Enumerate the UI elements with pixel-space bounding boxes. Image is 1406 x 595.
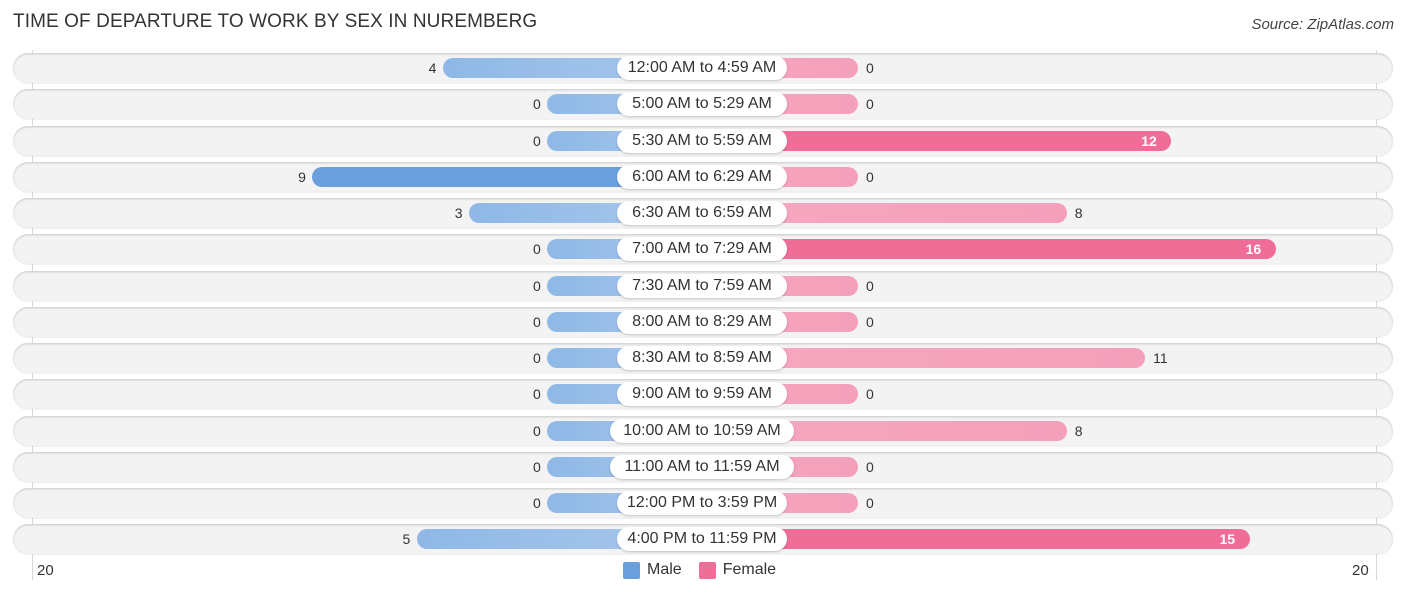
category-label: 11:00 AM to 11:59 AM — [610, 454, 794, 479]
category-label: 10:00 AM to 10:59 AM — [610, 418, 794, 443]
legend: Male Female — [623, 561, 793, 579]
category-label: 12:00 AM to 4:59 AM — [617, 56, 787, 80]
value-label-male: 0 — [533, 458, 541, 475]
category-label: 5:00 AM to 5:29 AM — [617, 92, 787, 117]
category-label: 6:30 AM to 6:59 AM — [617, 201, 787, 225]
category-label: 9:00 AM to 9:59 AM — [617, 382, 787, 407]
value-label-male: 5 — [402, 531, 411, 548]
value-label-male: 0 — [533, 241, 541, 258]
value-label-male: 0 — [533, 313, 541, 330]
category-label: 8:30 AM to 8:59 AM — [617, 346, 787, 370]
value-label-female: 0 — [866, 313, 874, 330]
legend-swatch-female — [698, 561, 716, 579]
value-label-female: 0 — [866, 277, 874, 294]
value-label-female: 12 — [1141, 132, 1157, 149]
axis-tick-left: 20 — [37, 562, 54, 579]
value-label-male: 0 — [533, 277, 541, 294]
chart-title: TIME OF DEPARTURE TO WORK BY SEX IN NURE… — [13, 11, 538, 32]
value-label-female: 0 — [866, 168, 874, 185]
value-label-female: 16 — [1245, 241, 1262, 258]
value-label-female: 0 — [866, 458, 874, 475]
value-label-female: 15 — [1219, 531, 1236, 548]
category-label: 4:00 PM to 11:59 PM — [617, 527, 787, 552]
category-label: 7:00 AM to 7:29 AM — [617, 237, 787, 262]
value-label-male: 0 — [533, 96, 541, 113]
category-label: 7:30 AM to 7:59 AM — [617, 273, 787, 298]
category-label: 12:00 PM to 3:59 PM — [617, 491, 787, 515]
legend-item-male[interactable]: Male — [623, 561, 682, 579]
category-label: 6:00 AM to 6:29 AM — [617, 164, 787, 189]
axis-tick-right: 20 — [1352, 562, 1369, 579]
value-label-female: 0 — [866, 495, 874, 511]
legend-label-female: Female — [722, 561, 777, 578]
value-label-male: 3 — [454, 205, 463, 221]
bar-female[interactable] — [702, 239, 1276, 260]
value-label-male: 0 — [533, 422, 541, 439]
category-label: 5:30 AM to 5:59 AM — [617, 128, 787, 153]
value-label-male: 0 — [533, 386, 541, 403]
legend-item-female[interactable]: Female — [698, 561, 777, 579]
value-label-male: 4 — [428, 60, 437, 76]
value-label-female: 0 — [866, 96, 874, 113]
value-label-male: 0 — [533, 132, 541, 149]
category-label: 8:00 AM to 8:29 AM — [617, 309, 787, 334]
value-label-male: 0 — [533, 495, 541, 511]
value-label-female: 8 — [1074, 205, 1083, 221]
legend-label-male: Male — [647, 561, 682, 578]
source-label: Source: ZipAtlas.com — [1251, 16, 1394, 33]
value-label-male: 9 — [298, 168, 306, 185]
value-label-female: 0 — [866, 60, 874, 76]
value-label-male: 0 — [533, 350, 541, 366]
value-label-female: 11 — [1153, 350, 1168, 366]
legend-swatch-male — [623, 561, 640, 579]
value-label-female: 8 — [1074, 422, 1083, 439]
value-label-female: 0 — [866, 386, 874, 403]
